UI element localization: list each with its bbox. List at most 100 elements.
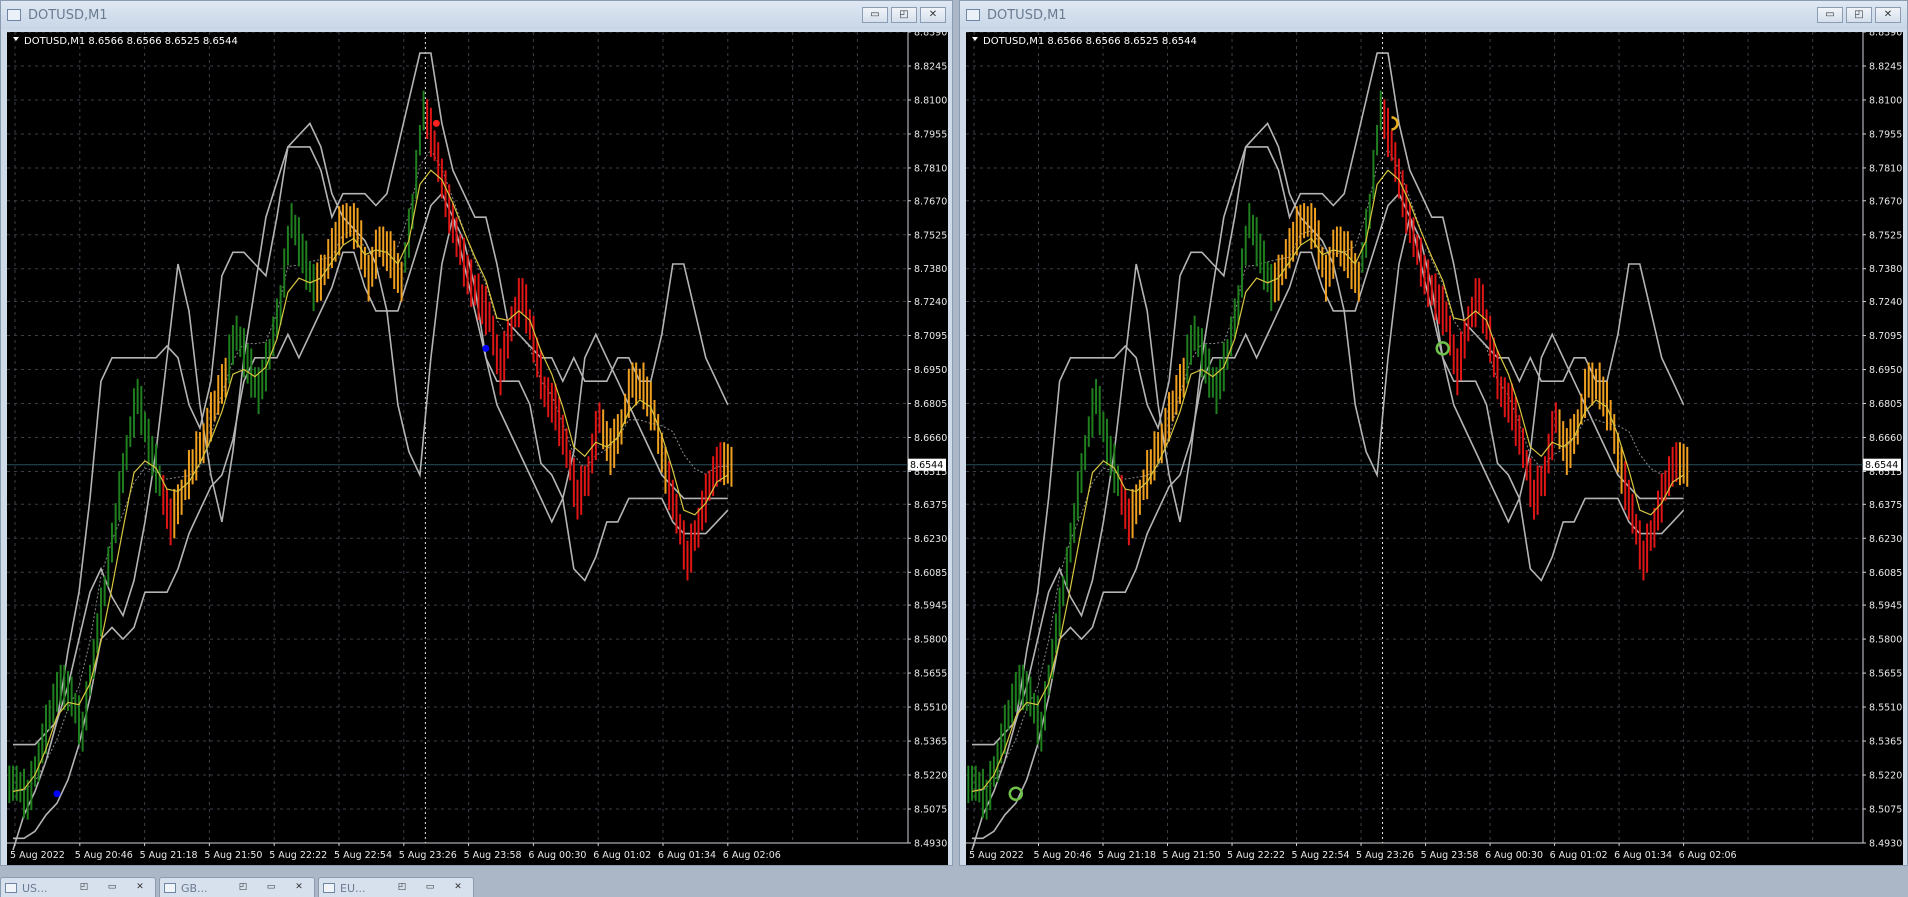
price-tick-label: 8.6660 (1869, 433, 1902, 444)
restore-button[interactable]: ◰ (1846, 7, 1872, 23)
price-tick-label: 8.6375 (1869, 500, 1902, 511)
sell-signal-dot (432, 119, 440, 127)
price-tick-label: 8.6375 (914, 500, 947, 511)
price-tick-label: 8.4930 (914, 839, 947, 850)
price-chart[interactable]: DOTUSD,M1 8.6566 8.6566 8.6525 8.6544 8.8… (7, 32, 948, 865)
time-tick-label: 6 Aug 01:34 (1614, 850, 1672, 861)
price-tick-label: 8.5365 (1869, 737, 1902, 748)
minimized-window-title: EU... (340, 882, 366, 895)
price-tick-label: 8.7955 (1869, 129, 1902, 140)
price-tick-label: 8.6805 (1869, 399, 1902, 410)
time-tick-label: 5 Aug 2022 (969, 850, 1024, 861)
price-tick-label: 8.7525 (914, 230, 947, 241)
price-chart[interactable]: DOTUSD,M1 8.6566 8.6566 8.6525 8.6544 8.8… (966, 32, 1903, 865)
price-tick-label: 8.5800 (1869, 635, 1902, 646)
minimized-window-tab[interactable]: US... ◰ ▭ ✕ (0, 877, 156, 897)
chart-window-left[interactable]: DOTUSD,M1 ▭ ◰ ✕ DOTUSD,M1 8.6566 8.6566 … (0, 0, 953, 866)
price-tick-label: 8.8245 (914, 61, 947, 72)
time-tick-label: 5 Aug 22:54 (1292, 850, 1350, 861)
price-tick-label: 8.7955 (914, 129, 947, 140)
chart-window-icon (164, 883, 176, 893)
time-tick-label: 6 Aug 00:30 (528, 850, 586, 861)
price-tick-label: 8.7670 (914, 196, 947, 207)
minimize-button[interactable]: ▭ (1817, 7, 1843, 23)
window-title: DOTUSD,M1 (987, 8, 1067, 23)
price-tick-label: 8.8390 (914, 32, 947, 39)
chart-area[interactable]: DOTUSD,M1 8.6566 8.6566 8.6525 8.6544 8.8… (7, 32, 948, 865)
price-tick-label: 8.5655 (1869, 669, 1902, 680)
price-tick-label: 8.6085 (914, 568, 947, 579)
chart-window-icon (323, 883, 335, 893)
buy-signal-dot (482, 344, 490, 352)
restore-button[interactable]: ◰ (391, 881, 413, 894)
price-tick-label: 8.4930 (1869, 839, 1902, 850)
price-tick-label: 8.5365 (914, 737, 947, 748)
close-button[interactable]: ✕ (288, 881, 310, 894)
chart-info-label: DOTUSD,M1 8.6566 8.6566 8.6525 8.6544 (983, 36, 1197, 47)
minimized-window-tab[interactable]: EU... ◰ ▭ ✕ (318, 877, 474, 897)
time-tick-label: 5 Aug 22:54 (334, 850, 392, 861)
minimize-button[interactable]: ▭ (862, 7, 888, 23)
price-tick-label: 8.5655 (914, 669, 947, 680)
buy-signal-dot (53, 790, 61, 798)
restore-button[interactable]: ◰ (73, 881, 95, 894)
price-tick-label: 8.8100 (914, 95, 947, 106)
time-tick-label: 5 Aug 23:58 (464, 850, 522, 861)
time-tick-label: 6 Aug 02:06 (1679, 850, 1737, 861)
price-tick-label: 8.7810 (914, 163, 947, 174)
price-tick-label: 8.7240 (1869, 297, 1902, 308)
price-tick-label: 8.8100 (1869, 95, 1902, 106)
restore-button[interactable]: ◰ (891, 7, 917, 23)
time-tick-label: 5 Aug 20:46 (1034, 850, 1092, 861)
price-tick-label: 8.5075 (914, 805, 947, 816)
chart-info-label: DOTUSD,M1 8.6566 8.6566 8.6525 8.6544 (24, 36, 238, 47)
time-tick-label: 5 Aug 23:58 (1421, 850, 1479, 861)
price-tick-label: 8.6950 (1869, 365, 1902, 376)
time-tick-label: 5 Aug 21:18 (140, 850, 198, 861)
window-titlebar[interactable]: DOTUSD,M1 ▭ ◰ ✕ (1, 1, 952, 29)
time-tick-label: 5 Aug 22:22 (1227, 850, 1285, 861)
restore-button[interactable]: ◰ (232, 881, 254, 894)
time-tick-label: 6 Aug 01:02 (593, 850, 651, 861)
close-button[interactable]: ✕ (447, 881, 469, 894)
price-tick-label: 8.6230 (1869, 534, 1902, 545)
maximize-button[interactable]: ▭ (419, 881, 441, 894)
current-price-label: 8.6544 (1865, 460, 1898, 471)
time-tick-label: 6 Aug 02:06 (723, 850, 781, 861)
window-title: DOTUSD,M1 (28, 8, 108, 23)
chart-area[interactable]: DOTUSD,M1 8.6566 8.6566 8.6525 8.6544 8.8… (966, 32, 1903, 865)
chart-window-icon (966, 9, 980, 21)
price-tick-label: 8.5220 (1869, 771, 1902, 782)
price-tick-label: 8.7670 (1869, 196, 1902, 207)
maximize-button[interactable]: ▭ (260, 881, 282, 894)
price-tick-label: 8.7810 (1869, 163, 1902, 174)
close-button[interactable]: ✕ (920, 7, 946, 23)
window-titlebar[interactable]: DOTUSD,M1 ▭ ◰ ✕ (960, 1, 1907, 29)
current-price-label: 8.6544 (910, 460, 943, 471)
price-tick-label: 8.6950 (914, 365, 947, 376)
time-tick-label: 6 Aug 00:30 (1485, 850, 1543, 861)
minimized-window-title: US... (22, 882, 48, 895)
time-tick-label: 6 Aug 01:34 (658, 850, 716, 861)
close-button[interactable]: ✕ (1875, 7, 1901, 23)
price-tick-label: 8.5800 (914, 635, 947, 646)
time-tick-label: 5 Aug 23:26 (1356, 850, 1414, 861)
chart-window-right[interactable]: DOTUSD,M1 ▭ ◰ ✕ DOTUSD,M1 8.6566 8.6566 … (959, 0, 1908, 866)
price-tick-label: 8.6230 (914, 534, 947, 545)
maximize-button[interactable]: ▭ (101, 881, 123, 894)
time-tick-label: 5 Aug 21:18 (1098, 850, 1156, 861)
price-tick-label: 8.5510 (1869, 703, 1902, 714)
price-tick-label: 8.7525 (1869, 230, 1902, 241)
close-button[interactable]: ✕ (129, 881, 151, 894)
minimized-window-tab[interactable]: GB... ◰ ▭ ✕ (159, 877, 315, 897)
price-tick-label: 8.7380 (1869, 264, 1902, 275)
time-tick-label: 5 Aug 20:46 (75, 850, 133, 861)
minimized-window-title: GB... (181, 882, 208, 895)
price-tick-label: 8.7380 (914, 264, 947, 275)
price-tick-label: 8.5945 (1869, 601, 1902, 612)
price-tick-label: 8.6085 (1869, 568, 1902, 579)
chart-window-icon (5, 883, 17, 893)
price-tick-label: 8.7095 (1869, 331, 1902, 342)
price-tick-label: 8.6805 (914, 399, 947, 410)
price-tick-label: 8.8390 (1869, 32, 1902, 39)
